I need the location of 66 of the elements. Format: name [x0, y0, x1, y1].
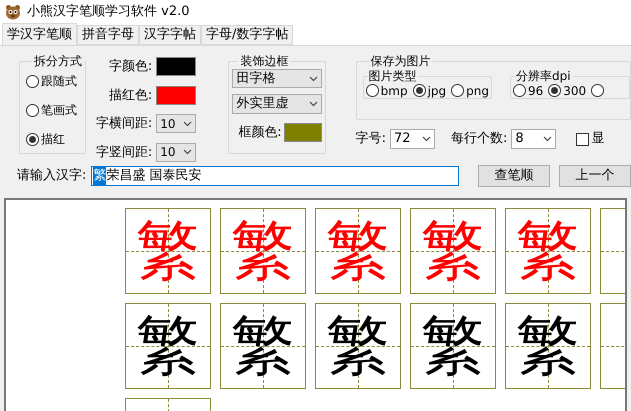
- radio-button[interactable]: [26, 132, 39, 146]
- group-title: 图片类型: [368, 69, 418, 83]
- radio-option[interactable]: 跟随式: [26, 72, 85, 90]
- radio-option[interactable]: png: [451, 82, 489, 100]
- action-button[interactable]: 查笔顺: [478, 165, 550, 187]
- radio-option[interactable]: jpg: [412, 82, 446, 100]
- field-label: 每行个数:: [451, 130, 508, 148]
- chevron-down-icon: [308, 101, 318, 107]
- radio-button[interactable]: [412, 84, 426, 97]
- tab[interactable]: 学汉字笔顺: [2, 23, 77, 45]
- action-button[interactable]: 上一个: [559, 165, 631, 187]
- dropdown[interactable]: 10: [156, 142, 196, 162]
- bear-icon: [5, 4, 21, 20]
- field-label: 请输入汉字:: [17, 167, 88, 186]
- practice-character: 繁: [421, 219, 485, 283]
- chevron-down-icon: [422, 136, 432, 142]
- dropdown[interactable]: 10: [156, 114, 196, 134]
- field-label: 字号:: [356, 130, 386, 148]
- field-label: 框颜色:: [238, 124, 282, 142]
- practice-character: 繁: [231, 314, 295, 378]
- group-title: 分辨率dpi: [515, 69, 572, 83]
- checkbox-option[interactable]: 显: [576, 129, 604, 149]
- dropdown[interactable]: 8: [511, 129, 556, 149]
- radio-option[interactable]: 300: [548, 82, 586, 100]
- radio-option[interactable]: 96: [513, 82, 544, 100]
- radio-button[interactable]: [451, 84, 464, 97]
- tab[interactable]: 汉字字帖: [139, 25, 201, 45]
- chevron-down-icon: [308, 76, 318, 82]
- practice-character: 繁: [136, 314, 200, 378]
- radio-option[interactable]: 笔画式: [26, 101, 85, 119]
- practice-character: 繁: [136, 219, 200, 283]
- field-label: 字颜色:: [108, 58, 152, 76]
- practice-character: 繁: [516, 219, 580, 283]
- chevron-down-icon: [183, 149, 192, 156]
- radio-button[interactable]: [548, 84, 562, 97]
- field-label: 描红色:: [108, 86, 152, 104]
- practice-character: 繁: [231, 219, 295, 283]
- window-title: 小熊汉字笔顺学习软件 v2.0: [27, 3, 190, 22]
- checkbox[interactable]: [576, 132, 590, 146]
- practice-character: 繁: [326, 314, 390, 378]
- practice-character: 繁: [326, 219, 390, 283]
- radio-button[interactable]: [513, 84, 526, 97]
- group-title: 装饰边框: [239, 54, 290, 68]
- practice-character: 繁: [516, 314, 580, 378]
- field-label: 字横间距:: [96, 115, 152, 133]
- radio-option[interactable]: 描红: [26, 130, 85, 148]
- dropdown[interactable]: 外实里虚: [232, 94, 322, 114]
- tab[interactable]: 拼音字母: [77, 25, 139, 45]
- color-swatch[interactable]: [156, 57, 196, 76]
- tab[interactable]: 字母/数字字帖: [201, 25, 294, 45]
- group-title: 拆分方式: [33, 54, 83, 68]
- radio-option[interactable]: bmp: [366, 82, 408, 100]
- field-label: 字竖间距:: [96, 144, 152, 162]
- radio-button[interactable]: [591, 84, 604, 97]
- radio-button[interactable]: [26, 74, 39, 88]
- chevron-down-icon: [183, 120, 192, 127]
- radio-button[interactable]: [26, 104, 39, 116]
- color-swatch[interactable]: [284, 123, 322, 142]
- color-swatch[interactable]: [156, 86, 196, 105]
- dropdown[interactable]: 田字格: [232, 69, 322, 88]
- text-input[interactable]: 繁荣昌盛 国泰民安: [91, 166, 459, 186]
- radio-button[interactable]: [366, 84, 379, 97]
- chevron-down-icon: [543, 136, 552, 142]
- group-title: 保存为图片: [370, 54, 432, 68]
- dropdown[interactable]: 72: [390, 129, 436, 149]
- practice-character: 繁: [421, 314, 485, 378]
